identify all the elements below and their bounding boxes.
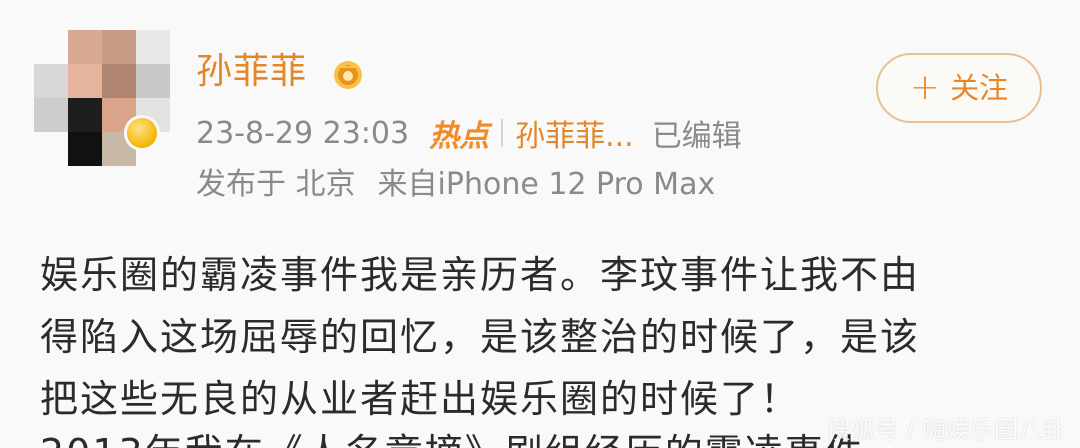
follow-label: 关注 xyxy=(950,71,1009,105)
hot-tag[interactable]: 热点 xyxy=(429,111,489,155)
crown-icon xyxy=(334,61,362,89)
author-name[interactable]: 孙菲菲 xyxy=(196,50,307,94)
post-time: 23-8-29 23:03 xyxy=(196,115,410,151)
hot-user-link[interactable]: 孙菲菲... xyxy=(515,111,634,155)
post-meta: 23-8-29 23:03 热点 孙菲菲... 已编辑 xyxy=(196,111,742,155)
content-line: 娱乐圈的霸凌事件我是亲历者。李玟事件让我不由 xyxy=(40,253,921,297)
post-location: 发布于 北京 xyxy=(196,167,356,202)
follow-button[interactable]: + 关注 xyxy=(876,53,1042,123)
weibo-post: 孙菲菲 + 关注 23-8-29 23:03 热点 孙菲菲... 已编辑 发布于… xyxy=(0,0,1080,448)
vip-badge-icon xyxy=(127,118,157,148)
divider xyxy=(501,119,504,147)
plus-icon: + xyxy=(909,67,941,108)
post-device: 来自iPhone 12 Pro Max xyxy=(377,167,716,202)
post-source: 发布于 北京 来自iPhone 12 Pro Max xyxy=(196,160,715,202)
post-content: 娱乐圈的霸凌事件我是亲历者。李玟事件让我不由 得陷入这场屈辱的回忆，是该整治的时… xyxy=(40,244,1050,430)
watermark: 搜狐号 / 嗨娱乐圈八卦 xyxy=(826,416,1066,444)
content-line: 得陷入这场屈辱的回忆，是该整治的时候了，是该 xyxy=(40,315,921,359)
edited-label[interactable]: 已编辑 xyxy=(652,111,742,155)
